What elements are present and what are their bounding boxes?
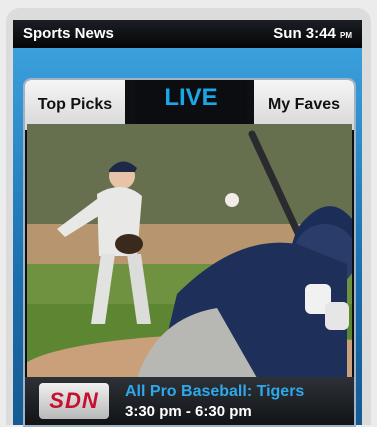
screen: Sports News Sun 3:44 PM Top Picks My Fav… xyxy=(13,20,362,427)
app-name: Sports News xyxy=(23,25,114,42)
status-bar: Sports News Sun 3:44 PM xyxy=(13,20,362,48)
program-title: All Pro Baseball: Tigers xyxy=(125,382,305,400)
program-time: 3:30 pm - 6:30 pm xyxy=(125,402,252,420)
baseball-ball xyxy=(225,193,239,207)
clock: Sun 3:44 PM xyxy=(273,25,352,42)
content-panel: Top Picks My Faves LIVE SDN All Pro Base… xyxy=(23,78,356,427)
blue-frame: Top Picks My Faves LIVE SDN All Pro Base… xyxy=(13,48,362,427)
clock-ampm: PM xyxy=(340,31,352,40)
program-info-bar[interactable]: SDN All Pro Baseball: Tigers 3:30 pm - 6… xyxy=(25,377,354,425)
tab-top-picks[interactable]: Top Picks xyxy=(25,80,125,130)
clock-time: Sun 3:44 xyxy=(273,25,336,42)
baseball-broadcast-image xyxy=(27,124,352,378)
channel-logo-icon: SDN xyxy=(39,383,109,419)
tab-my-faves[interactable]: My Faves xyxy=(254,80,354,130)
live-video[interactable] xyxy=(27,124,352,378)
program-info: All Pro Baseball: Tigers 3:30 pm - 6:30 … xyxy=(125,383,304,420)
tab-live[interactable]: LIVE xyxy=(135,80,247,124)
